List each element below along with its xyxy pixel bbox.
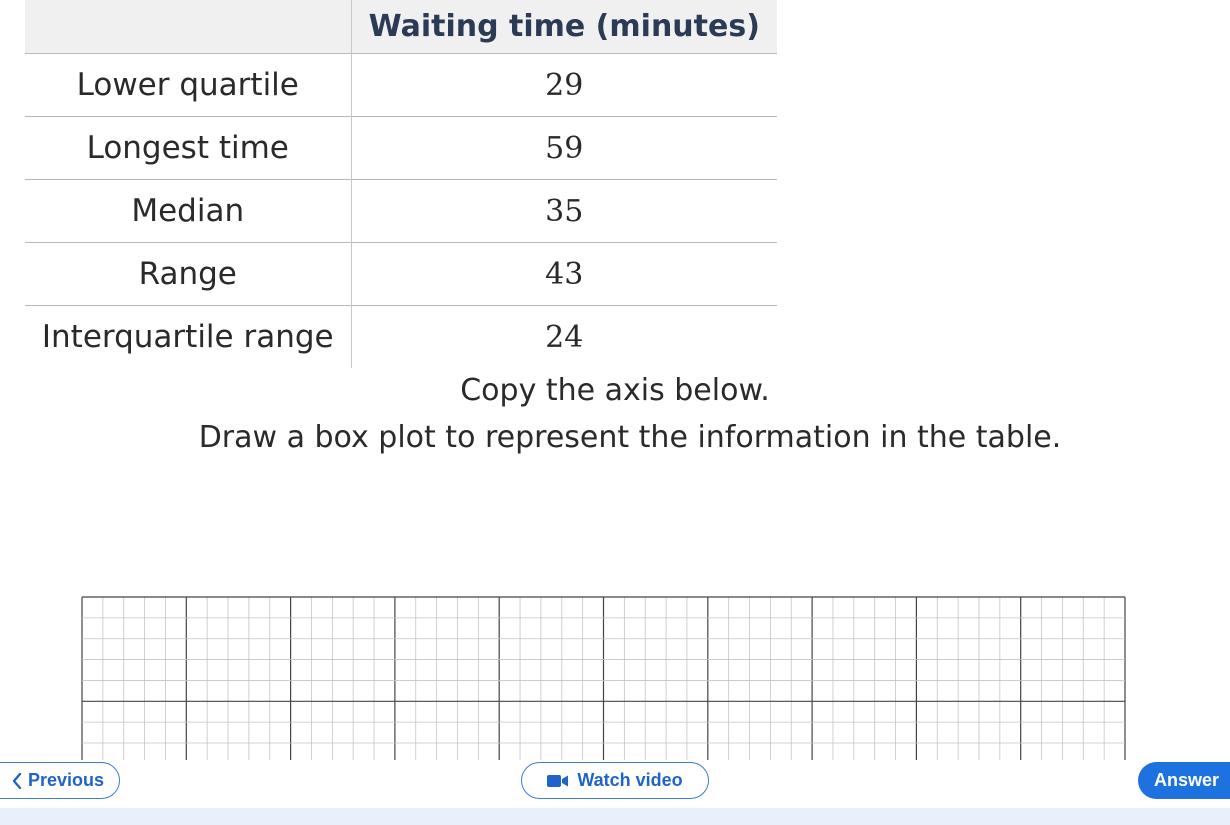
previous-button[interactable]: Previous <box>0 762 120 799</box>
answer-button[interactable]: Answer <box>1138 762 1230 799</box>
bottom-bar <box>0 808 1230 825</box>
chevron-left-icon <box>12 772 22 789</box>
question-page: Waiting time (minutes) Lower quartile 29… <box>0 0 1230 825</box>
watch-video-label: Watch video <box>577 770 683 790</box>
answer-label: Answer <box>1154 770 1220 790</box>
video-camera-icon <box>547 774 569 788</box>
watch-video-button[interactable]: Watch video <box>521 762 709 799</box>
graph-paper-grid <box>81 596 1126 760</box>
previous-label: Previous <box>27 770 105 790</box>
